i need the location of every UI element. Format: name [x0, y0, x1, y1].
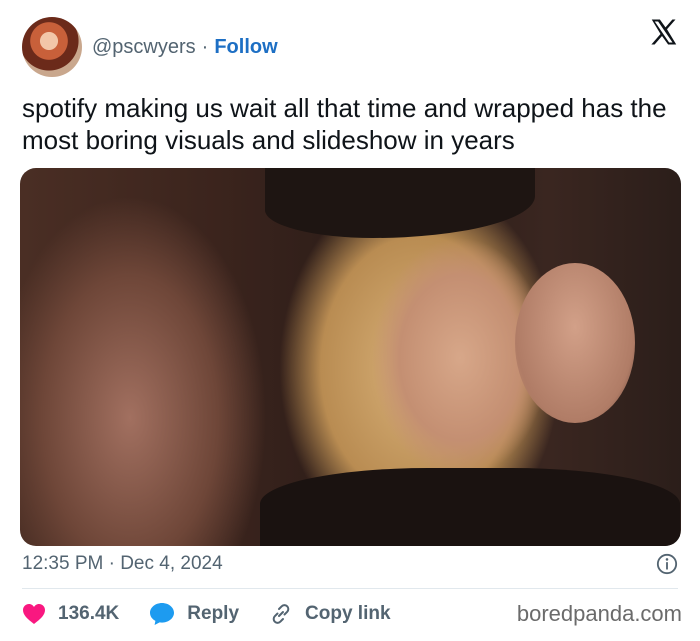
image-hat-shape: [265, 168, 535, 238]
image-dress-shape: [260, 468, 680, 546]
like-count: 136.4K: [58, 603, 120, 624]
image-hand-shape: [515, 263, 635, 423]
tweet-timestamp[interactable]: 12:35 PM · Dec 4, 2024: [22, 553, 223, 575]
reply-label: Reply: [187, 603, 240, 624]
user-row: @pscwyers · Follow: [92, 36, 278, 59]
link-icon: [272, 604, 290, 624]
follow-button[interactable]: Follow: [214, 36, 277, 59]
watermark: boredpanda.com: [516, 601, 682, 626]
like-button[interactable]: 136.4K: [22, 603, 119, 625]
info-icon[interactable]: [656, 553, 678, 575]
meta-row: 12:35 PM · Dec 4, 2024: [22, 549, 678, 579]
separator: ·: [201, 35, 209, 58]
copy-link-label: Copy link: [305, 603, 391, 624]
tweet-text: spotify making us wait all that time and…: [22, 93, 667, 155]
tweet-header: @pscwyers · Follow: [22, 16, 278, 78]
copy-link-button[interactable]: Copy link: [269, 602, 391, 626]
x-logo-icon[interactable]: [648, 17, 678, 47]
heart-icon: [23, 604, 45, 624]
reply-bubble-icon: [150, 603, 175, 625]
divider: [22, 588, 678, 589]
avatar[interactable]: [22, 17, 82, 77]
tweet-image[interactable]: [20, 168, 681, 546]
action-bar: 136.4K Reply Copy link: [22, 598, 421, 630]
user-handle[interactable]: @pscwyers: [92, 36, 196, 59]
reply-button[interactable]: Reply: [149, 602, 239, 626]
